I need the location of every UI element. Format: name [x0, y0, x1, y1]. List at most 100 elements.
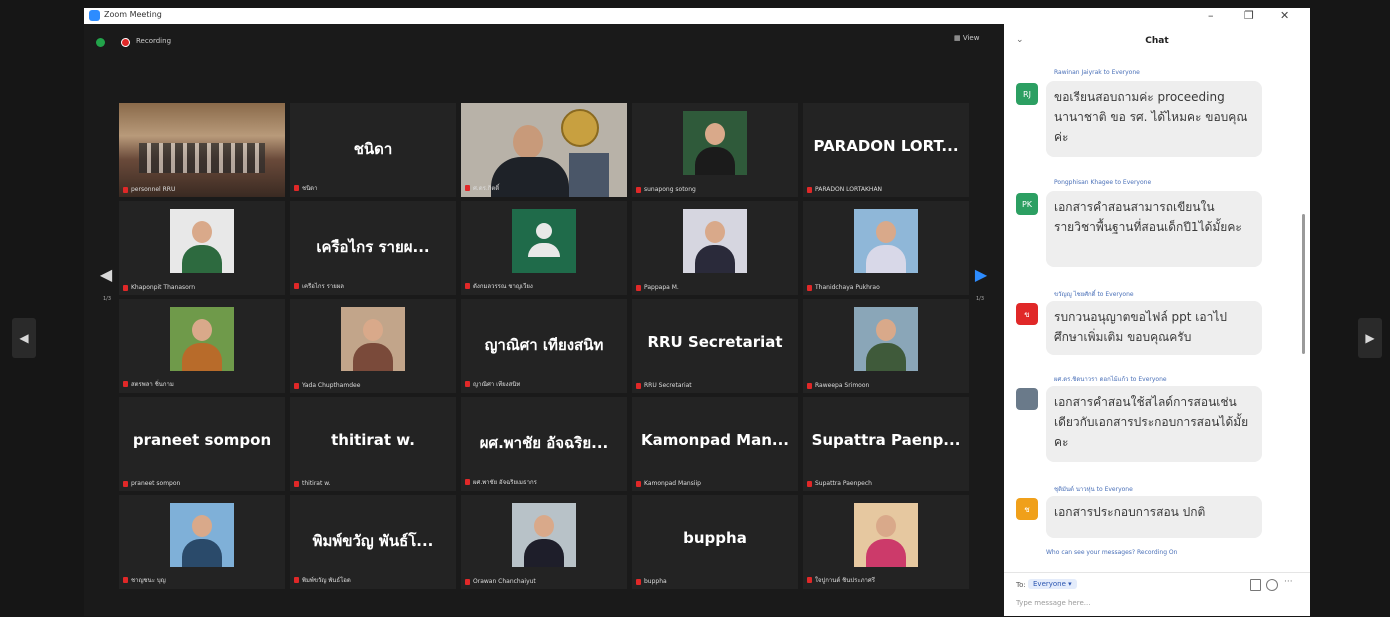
participant-tile[interactable]: พิมพ์ขวัญ พันธ์โ... พิมพ์ขวัญ พันธ์โอด	[290, 495, 456, 589]
message-sender[interactable]: ขวัญญู ไชยศักดิ์ to Everyone	[1054, 289, 1134, 299]
participant-tile[interactable]: เครือไกร รายผ... เครือไกร รายผล	[290, 201, 456, 295]
participant-tile[interactable]: RRU Secretariat RRU Secretariat	[632, 299, 798, 393]
participant-name-label: thitirat w.	[294, 480, 331, 487]
participant-name: Pappapa M.	[644, 284, 679, 291]
close-button[interactable]: ✕	[1280, 8, 1289, 24]
participant-tile[interactable]: Yada Chupthamdee	[290, 299, 456, 393]
participant-name-label: Khaponpit Thanasorn	[123, 284, 195, 291]
participant-photo	[683, 209, 747, 273]
participant-tile[interactable]: praneet sompon praneet sompon	[119, 397, 285, 491]
participant-name: เครือไกร รายผล	[302, 283, 344, 290]
participant-display-name: Supattra Paenp...	[811, 431, 961, 449]
sender-avatar: ช	[1016, 498, 1038, 520]
participant-tile[interactable]: ชาญชนะ บุญ	[119, 495, 285, 589]
participant-tile[interactable]: personnel RRU	[119, 103, 285, 197]
chat-scrollbar[interactable]	[1302, 214, 1305, 354]
maximize-button[interactable]: ❐	[1244, 8, 1254, 24]
participant-tile[interactable]: ศ.ดร.กิตติ์	[461, 103, 627, 197]
participant-photo	[512, 503, 576, 567]
minimize-button[interactable]: –	[1208, 8, 1214, 24]
participant-name: thitirat w.	[302, 480, 331, 487]
muted-mic-icon	[807, 577, 812, 583]
muted-mic-icon	[636, 480, 641, 487]
window-title: Zoom Meeting	[104, 10, 162, 19]
participant-tile[interactable]: Supattra Paenp... Supattra Paenpech	[803, 397, 969, 491]
chat-title: Chat	[1145, 36, 1169, 46]
participant-name: พิมพ์ขวัญ พันธ์โอด	[302, 577, 351, 584]
participant-display-name: พิมพ์ขวัญ พันธ์โ...	[312, 532, 434, 550]
recipient-dropdown[interactable]: Everyone ▾	[1028, 579, 1077, 589]
participant-display-name: Kamonpad Man...	[640, 431, 789, 449]
emoji-icon[interactable]	[1266, 579, 1278, 591]
message-input[interactable]	[1014, 595, 1298, 611]
muted-mic-icon	[294, 283, 299, 289]
participant-photo	[341, 307, 405, 371]
participant-tile[interactable]: Orawan Chanchaiyut	[461, 495, 627, 589]
participant-name-label: ศ.ดร.กิตติ์	[465, 183, 499, 193]
message-text: ขอเรียนสอบถามค่ะ proceeding นานาชาติ ขอ …	[1046, 81, 1262, 157]
participant-tile[interactable]: Thanidchaya Pukhrao	[803, 201, 969, 295]
prev-page-indicator: 1/3	[103, 296, 112, 302]
recording-icon[interactable]	[121, 38, 130, 47]
participant-photo	[170, 503, 234, 567]
sender-avatar: RJ	[1016, 83, 1038, 105]
participant-name-label: RRU Secretariat	[636, 382, 692, 389]
participant-name: buppha	[644, 578, 667, 585]
participant-tile[interactable]: ใจปูกานต์ ชินประภาศรี	[803, 495, 969, 589]
muted-mic-icon	[294, 480, 299, 487]
participant-name-label: พิมพ์ขวัญ พันธ์โอด	[294, 575, 351, 585]
outer-right-arrow[interactable]: ▶	[1358, 318, 1382, 358]
participant-name: sunapong sotong	[644, 186, 696, 193]
participant-name-label: Thanidchaya Pukhrao	[807, 284, 880, 291]
participant-tile[interactable]: ญาณิศา เทียงสนิท ญาณิศา เทียงสนิท	[461, 299, 627, 393]
chat-header: ⌄ Chat	[1004, 24, 1310, 54]
participant-tile[interactable]: Kamonpad Man... Kamonpad Mansiip	[632, 397, 798, 491]
participant-name: Khaponpit Thanasorn	[131, 284, 196, 291]
participant-display-name: RRU Secretariat	[647, 333, 783, 351]
participant-name: ชนิดา	[302, 185, 318, 192]
muted-mic-icon	[123, 186, 128, 193]
next-page-arrow[interactable]: ▶	[974, 252, 988, 296]
outer-left-arrow[interactable]: ◀	[12, 318, 36, 358]
more-options-icon[interactable]: ···	[1284, 577, 1293, 587]
participant-tile[interactable]: buppha buppha	[632, 495, 798, 589]
participant-tile[interactable]: ชนิดา ชนิดา	[290, 103, 456, 197]
participant-name: ศ.ดร.กิตติ์	[473, 185, 500, 192]
file-icon[interactable]	[1250, 579, 1261, 591]
participant-name: ญาณิศา เทียงสนิท	[473, 381, 521, 388]
security-shield-icon[interactable]	[96, 38, 105, 47]
prev-page-arrow[interactable]: ◀	[99, 252, 113, 296]
message-sender[interactable]: Pongphisan Khagee to Everyone	[1054, 179, 1151, 186]
participant-tile[interactable]: PARADON LORT... PARADON LORTAKHAN	[803, 103, 969, 197]
participant-tile[interactable]: ดังกมลวรรณ ชาญเวียง	[461, 201, 627, 295]
participant-name-label: ญาณิศา เทียงสนิท	[465, 379, 520, 389]
participant-name-label: buppha	[636, 578, 667, 585]
view-button[interactable]: ▦ View	[954, 34, 979, 42]
message-text: เอกสารคำสอนใช้สไลด์การสอนเช่นเดียวกับเอก…	[1046, 386, 1262, 462]
participant-tile[interactable]: thitirat w. thitirat w.	[290, 397, 456, 491]
participant-photo	[854, 209, 918, 273]
participant-tile[interactable]: ผศ.พาชัย อัจฉริย... ผศ.พาชัย อัจฉริยเมธาก…	[461, 397, 627, 491]
participant-name-label: ผศ.พาชัย อัจฉริยเมธากร	[465, 477, 537, 487]
participant-name: ผศ.พาชัย อัจฉริยเมธากร	[473, 479, 537, 486]
participant-name: ใจปูกานต์ ชินประภาศรี	[815, 577, 875, 584]
message-sender[interactable]: ชุติมันต์ นาวหุ่น to Everyone	[1054, 484, 1133, 494]
message-text: รบกวนอนุญาตขอไฟล์ ppt เอาไปศึกษาเพิ่มเติ…	[1046, 301, 1262, 355]
participant-name-label: Yada Chupthamdee	[294, 382, 360, 389]
privacy-note[interactable]: Who can see your messages? Recording On	[1046, 549, 1177, 556]
participant-tile[interactable]: สตรพลา ชิ่นกาม	[119, 299, 285, 393]
participant-tile[interactable]: Raweepa Srimoon	[803, 299, 969, 393]
muted-mic-icon	[123, 284, 128, 291]
message-sender[interactable]: Rawinan Jaiyrak to Everyone	[1054, 69, 1140, 76]
message-sender[interactable]: ผศ.ดร.ชิดนาวรา ดอกไม้แก้ว to Everyone	[1054, 374, 1167, 384]
participant-tile[interactable]: sunapong sotong	[632, 103, 798, 197]
participant-tile[interactable]: Khaponpit Thanasorn	[119, 201, 285, 295]
participant-grid: personnel RRU ชนิดา ชนิดาศ.ดร.กิตติ์ sunapo…	[119, 103, 969, 591]
title-bar: Zoom Meeting – ❐ ✕	[84, 8, 1310, 24]
default-avatar-icon	[512, 209, 576, 273]
participant-name-label: Supattra Paenpech	[807, 480, 872, 487]
participant-name-label: ดังกมลวรรณ ชาญเวียง	[465, 281, 533, 291]
participant-tile[interactable]: Pappapa M.	[632, 201, 798, 295]
muted-mic-icon	[636, 186, 641, 193]
participant-photo	[854, 307, 918, 371]
